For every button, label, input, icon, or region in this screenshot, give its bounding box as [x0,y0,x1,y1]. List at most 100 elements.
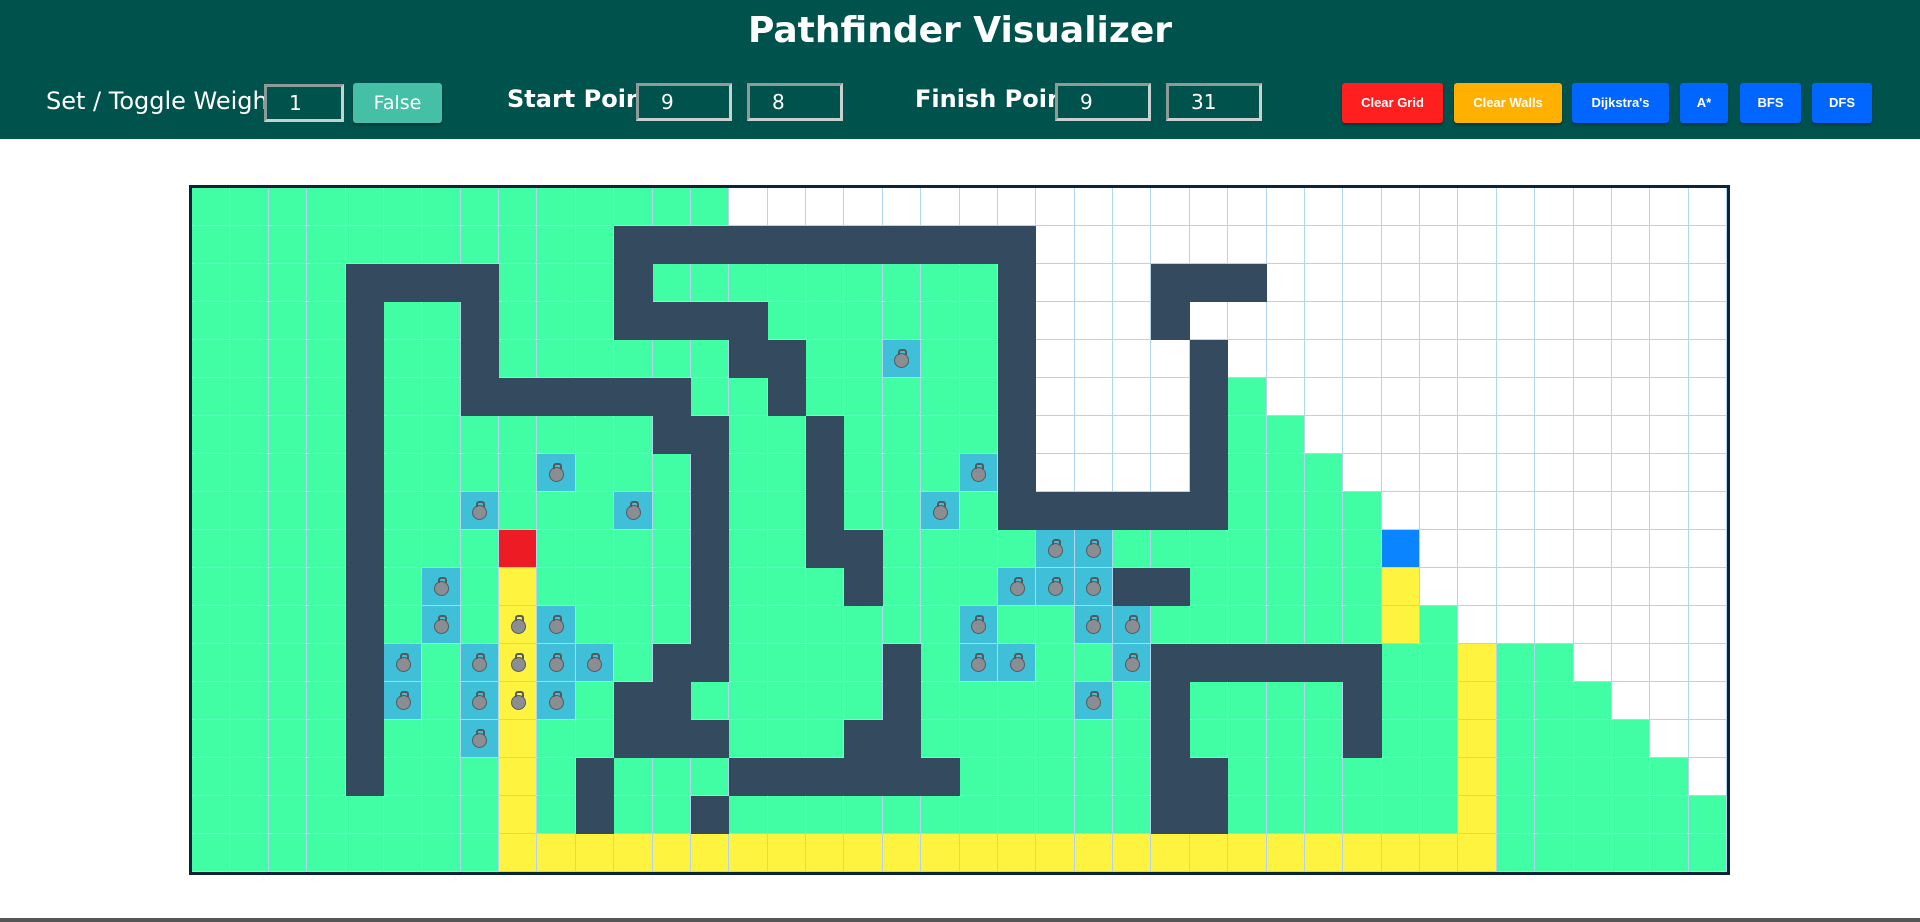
visited-cell[interactable] [230,530,269,568]
unvisited-cell[interactable] [1458,188,1497,226]
visited-cell[interactable] [959,264,998,302]
visited-cell[interactable] [1573,834,1612,872]
unvisited-cell[interactable] [1036,226,1075,264]
visited-cell[interactable] [729,264,768,302]
unvisited-cell[interactable] [1074,416,1113,454]
visited-cell[interactable] [575,606,615,644]
wall-cell[interactable] [614,264,653,302]
visited-cell[interactable] [422,226,461,264]
unvisited-cell[interactable] [1650,416,1689,454]
visited-cell[interactable] [806,796,845,834]
weight-path-cell[interactable] [499,606,538,644]
wall-cell[interactable] [652,302,691,340]
wall-cell[interactable] [1189,492,1229,530]
visited-cell[interactable] [383,530,423,568]
visited-cell[interactable] [575,264,615,302]
wall-cell[interactable] [345,568,384,606]
unvisited-cell[interactable] [1151,226,1190,264]
visited-cell[interactable] [537,530,576,568]
unvisited-cell[interactable] [1650,492,1689,530]
astar-button[interactable]: A* [1680,83,1728,123]
unvisited-cell[interactable] [1420,454,1459,492]
weight-cell[interactable] [959,454,998,492]
wall-cell[interactable] [614,720,653,758]
visited-cell[interactable] [383,796,423,834]
wall-cell[interactable] [1074,492,1113,530]
path-cell[interactable] [767,834,806,872]
start-col-input[interactable]: 8 [747,83,843,121]
visited-cell[interactable] [652,340,691,378]
visited-cell[interactable] [383,720,423,758]
unvisited-cell[interactable] [1611,568,1651,606]
unvisited-cell[interactable] [1343,340,1382,378]
visited-cell[interactable] [1074,644,1113,682]
unvisited-cell[interactable] [1573,188,1612,226]
visited-cell[interactable] [806,340,845,378]
path-cell[interactable] [1381,834,1420,872]
wall-cell[interactable] [614,302,653,340]
visited-cell[interactable] [959,720,998,758]
unvisited-cell[interactable] [1074,454,1113,492]
visited-cell[interactable] [268,454,308,492]
weight-cell[interactable] [383,682,423,720]
unvisited-cell[interactable] [1343,302,1382,340]
visited-cell[interactable] [192,492,231,530]
visited-cell[interactable] [1688,834,1727,872]
weight-cell[interactable] [537,606,576,644]
visited-cell[interactable] [537,188,576,226]
wall-cell[interactable] [575,758,615,796]
visited-cell[interactable] [921,606,960,644]
visited-cell[interactable] [307,264,346,302]
visited-cell[interactable] [729,378,768,416]
visited-cell[interactable] [1228,568,1267,606]
visited-cell[interactable] [460,416,499,454]
wall-cell[interactable] [767,758,806,796]
weight-cell[interactable] [1113,644,1152,682]
start-row-input[interactable]: 9 [636,83,732,121]
visited-cell[interactable] [1228,492,1267,530]
wall-cell[interactable] [614,378,653,416]
wall-cell[interactable] [1151,720,1190,758]
unvisited-cell[interactable] [1113,340,1152,378]
visited-cell[interactable] [1343,568,1382,606]
visited-cell[interactable] [1535,682,1574,720]
visited-cell[interactable] [1074,758,1113,796]
unvisited-cell[interactable] [1650,340,1689,378]
unvisited-cell[interactable] [1611,378,1651,416]
unvisited-cell[interactable] [1228,188,1267,226]
unvisited-cell[interactable] [1458,416,1497,454]
visited-cell[interactable] [192,264,231,302]
visited-cell[interactable] [1036,796,1075,834]
visited-cell[interactable] [767,416,806,454]
unvisited-cell[interactable] [1113,226,1152,264]
visited-cell[interactable] [230,264,269,302]
wall-cell[interactable] [537,378,576,416]
visited-cell[interactable] [383,226,423,264]
unvisited-cell[interactable] [1074,264,1113,302]
wall-cell[interactable] [345,454,384,492]
unvisited-cell[interactable] [1573,340,1612,378]
wall-cell[interactable] [1189,340,1229,378]
path-cell[interactable] [499,568,538,606]
visited-cell[interactable] [460,758,499,796]
visited-cell[interactable] [230,758,269,796]
visited-cell[interactable] [537,492,576,530]
unvisited-cell[interactable] [1113,454,1152,492]
visited-cell[interactable] [268,188,308,226]
visited-cell[interactable] [882,796,922,834]
unvisited-cell[interactable] [1036,264,1075,302]
visited-cell[interactable] [844,644,883,682]
visited-cell[interactable] [921,454,960,492]
visited-cell[interactable] [383,302,423,340]
visited-cell[interactable] [1420,758,1459,796]
visited-cell[interactable] [1266,796,1305,834]
visited-cell[interactable] [1496,644,1536,682]
visited-cell[interactable] [652,492,691,530]
visited-cell[interactable] [383,416,423,454]
unvisited-cell[interactable] [1650,188,1689,226]
unvisited-cell[interactable] [1343,226,1382,264]
unvisited-cell[interactable] [1650,302,1689,340]
visited-cell[interactable] [345,226,384,264]
wall-cell[interactable] [959,226,998,264]
visited-cell[interactable] [690,188,730,226]
